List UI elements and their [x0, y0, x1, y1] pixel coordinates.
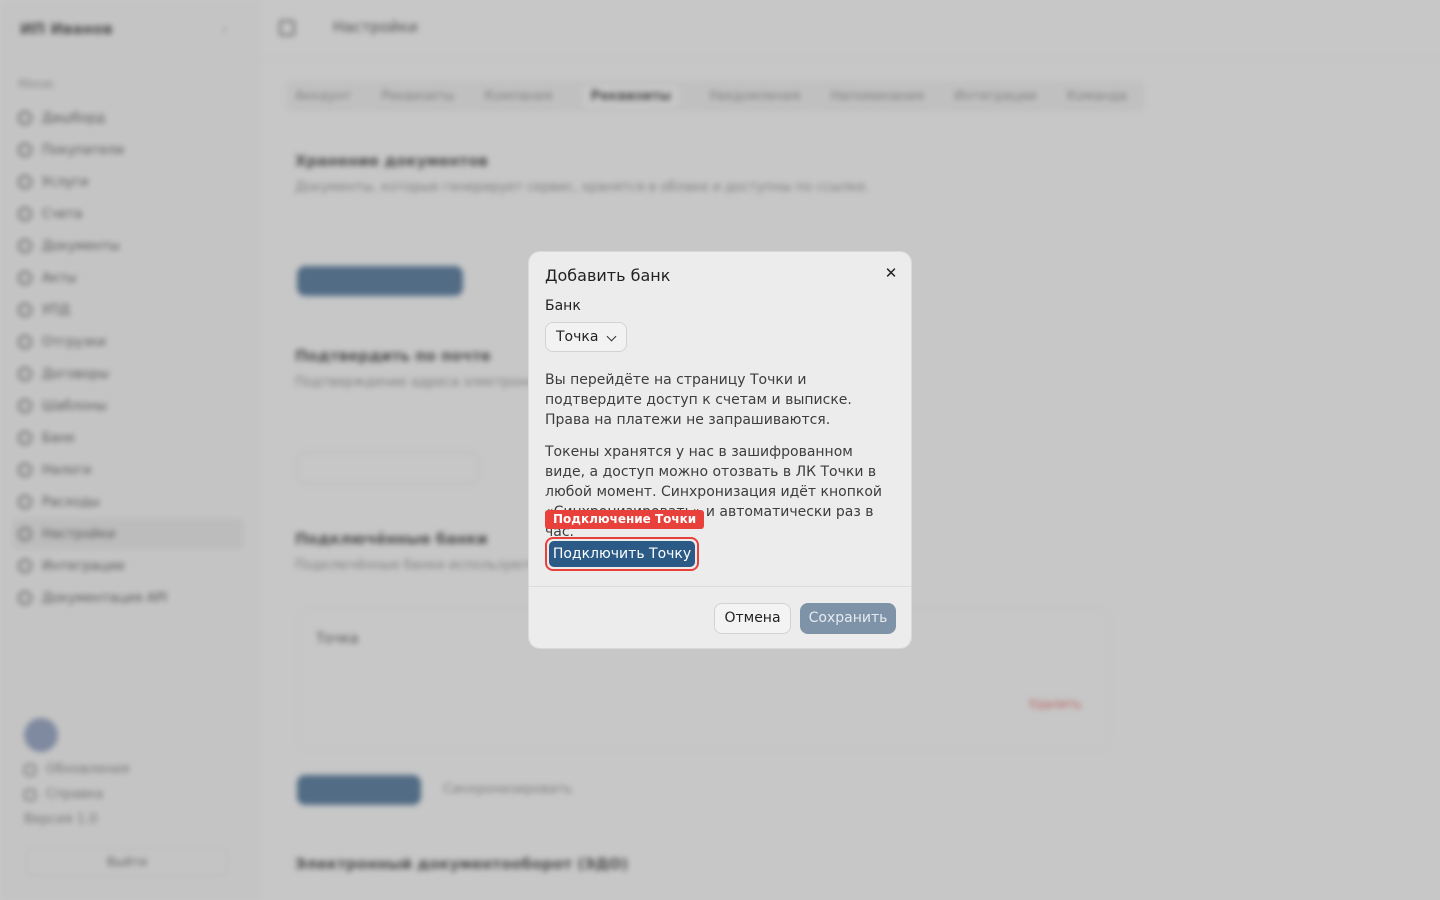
dialog-title: Добавить банк — [545, 266, 671, 285]
connect-highlight: Подключить Точку — [545, 537, 699, 571]
cancel-button[interactable]: Отмена — [714, 603, 791, 634]
info-paragraph-redirect: Вы перейдёте на страницу Точки и подтвер… — [545, 372, 852, 428]
chevron-down-icon — [606, 331, 617, 342]
annotation-label: Подключение Точки — [545, 510, 705, 529]
bank-select-value: Точка — [556, 329, 599, 345]
bank-select[interactable]: Точка — [545, 322, 627, 352]
connect-tochka-button[interactable]: Подключить Точку — [549, 541, 695, 567]
bank-field-label: Банк — [545, 298, 581, 314]
close-icon[interactable]: ✕ — [882, 264, 900, 282]
add-bank-dialog: Добавить банк ✕ Банк Точка Вы перейдёте … — [528, 251, 912, 649]
save-button[interactable]: Сохранить — [800, 603, 896, 634]
dialog-footer: Отмена Сохранить — [529, 586, 911, 648]
